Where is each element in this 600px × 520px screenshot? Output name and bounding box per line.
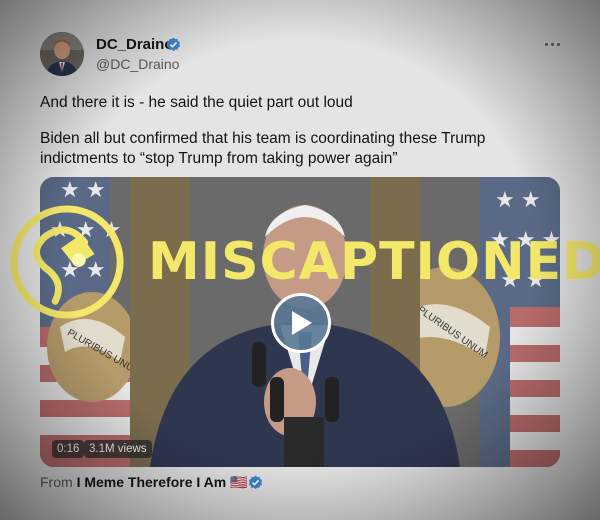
source-verified-icon bbox=[248, 475, 263, 490]
us-flag-icon: 🇺🇸 bbox=[230, 474, 248, 490]
source-account-link[interactable]: I Meme Therefore I Am bbox=[77, 474, 227, 490]
more-options-icon[interactable] bbox=[541, 36, 563, 52]
svg-text:★ ★: ★ ★ bbox=[60, 177, 106, 202]
video-duration: 0:16 bbox=[52, 440, 85, 458]
author-name[interactable]: DC_Draino bbox=[96, 36, 174, 53]
author-avatar[interactable] bbox=[40, 32, 84, 76]
tweet-text-line-3: indictments to “stop Trump from taking p… bbox=[40, 150, 398, 167]
verified-badge-icon bbox=[166, 37, 181, 52]
video-source: From I Meme Therefore I Am 🇺🇸 bbox=[40, 474, 248, 491]
tweet-text-line-1: And there it is - he said the quiet part… bbox=[40, 94, 353, 111]
play-button[interactable] bbox=[271, 293, 331, 353]
author-handle[interactable]: @DC_Draino bbox=[96, 56, 179, 72]
tweet-text-line-2: Biden all but confirmed that his team is… bbox=[40, 130, 486, 147]
play-icon bbox=[292, 311, 312, 335]
video-view-count: 3.1M views bbox=[84, 440, 152, 458]
source-prefix: From bbox=[40, 474, 73, 490]
svg-text:★ ★: ★ ★ bbox=[495, 187, 541, 212]
miscaptioned-rating-icon bbox=[10, 205, 124, 319]
rating-label: MISCAPTIONED bbox=[148, 232, 600, 292]
